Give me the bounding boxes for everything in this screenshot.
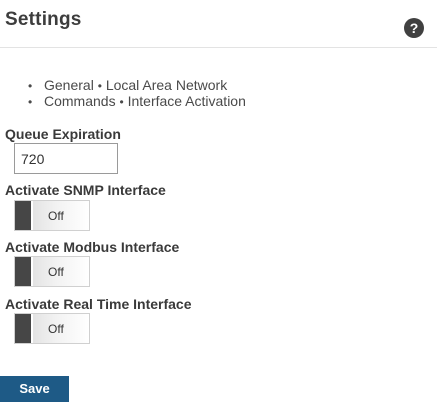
bullet-icon: • xyxy=(28,79,33,93)
save-button[interactable]: Save xyxy=(0,376,69,402)
page-title: Settings xyxy=(5,9,82,30)
help-icon[interactable]: ? xyxy=(404,18,424,38)
snmp-interface-toggle[interactable]: Off xyxy=(14,200,90,231)
nav-row: • General • Local Area Network xyxy=(28,78,246,94)
bullet-icon: • xyxy=(28,95,33,109)
real-time-interface-toggle[interactable]: Off xyxy=(14,313,90,344)
modbus-interface-toggle[interactable]: Off xyxy=(14,256,90,287)
snmp-interface-label: Activate SNMP Interface xyxy=(5,182,166,198)
bullet-icon: • xyxy=(97,79,102,93)
bullet-icon: • xyxy=(119,95,124,109)
toggle-handle[interactable] xyxy=(15,314,33,343)
nav-link-general[interactable]: General xyxy=(44,77,94,93)
nav-link-local-area-network[interactable]: Local Area Network xyxy=(106,77,227,93)
toggle-handle[interactable] xyxy=(15,257,33,286)
toggle-handle[interactable] xyxy=(15,201,33,230)
real-time-interface-label: Activate Real Time Interface xyxy=(5,296,192,312)
nav-link-commands[interactable]: Commands xyxy=(44,93,116,109)
queue-expiration-input[interactable] xyxy=(14,143,118,174)
nav-link-interface-activation[interactable]: Interface Activation xyxy=(128,93,246,109)
nav-row: • Commands • Interface Activation xyxy=(28,94,246,110)
modbus-interface-label: Activate Modbus Interface xyxy=(5,239,180,255)
toggle-state-label: Off xyxy=(48,322,64,336)
queue-expiration-label: Queue Expiration xyxy=(5,126,121,142)
toggle-state-label: Off xyxy=(48,209,64,223)
settings-header: Settings ? xyxy=(0,0,437,48)
settings-nav: • General • Local Area Network • Commands • In… xyxy=(28,78,246,110)
toggle-state-label: Off xyxy=(48,265,64,279)
